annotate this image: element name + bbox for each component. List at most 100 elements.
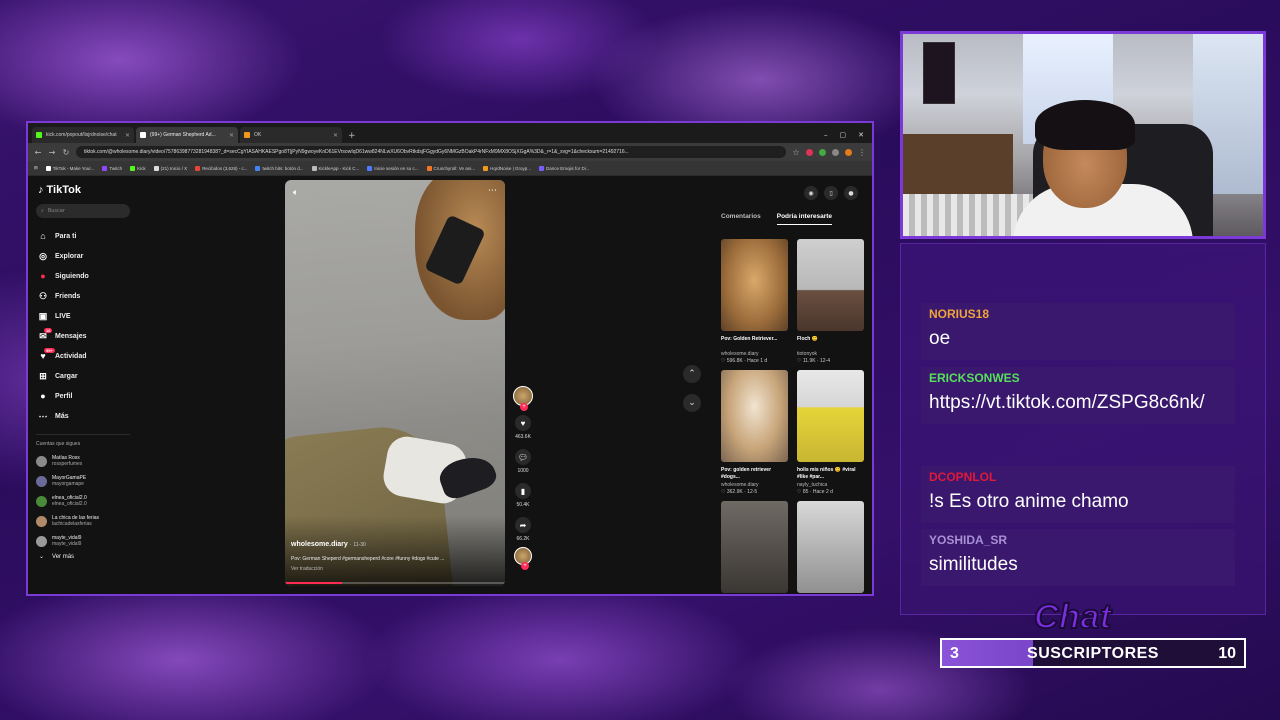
comment-count: 1000 xyxy=(517,468,529,474)
nav-item-siguiendo[interactable]: ● Siguiendo xyxy=(36,266,130,286)
bookmarks-bar: ⊞ TikTok - Make Your... Twitch Kick (21) Ini… xyxy=(28,161,872,176)
close-window-button[interactable]: ✕ xyxy=(858,131,864,139)
back-icon[interactable]: ← xyxy=(34,148,42,157)
extension-icon[interactable] xyxy=(832,148,839,156)
browser-tab[interactable]: (99+) German Shepherd Ad... ✕ xyxy=(136,127,238,143)
video-progress-bar[interactable] xyxy=(285,582,505,584)
video-thumbnail[interactable] xyxy=(797,501,864,593)
bookmark-item[interactable]: Twitch xyxy=(102,165,122,171)
menu-icon[interactable]: ⋮ xyxy=(858,148,866,157)
browser-tab[interactable]: OK ✕ xyxy=(240,127,342,143)
browser-tab[interactable]: kick.com/popout/lisjrdnoise/chat ✕ xyxy=(32,127,134,143)
recommended-video-card[interactable] xyxy=(797,501,864,593)
comment-icon[interactable]: 💬︎ xyxy=(515,449,531,465)
bookmark-item[interactable]: (21) Inicio / X xyxy=(153,165,187,171)
following-account[interactable]: mayte_vidal9 mayte_vidal9 xyxy=(36,531,130,551)
nav-item-actividad[interactable]: ♥ Actividad 99+ xyxy=(36,346,130,366)
maximize-button[interactable]: ▢ xyxy=(840,131,847,139)
share-icon[interactable]: ➦ xyxy=(515,517,531,533)
chat-username[interactable]: YOSHIDA_SR xyxy=(929,533,1227,547)
profile-avatar[interactable]: ● xyxy=(844,186,858,200)
chat-username[interactable]: DCOPNLOL xyxy=(929,470,1227,484)
tab-you-may-like[interactable]: Podría interesarte xyxy=(776,213,833,225)
nav-item-explorar[interactable]: ◎ Explorar xyxy=(36,246,130,266)
video-description: Pov: German Sheperd #germansheperd #core… xyxy=(291,556,445,562)
new-tab-button[interactable]: + xyxy=(344,131,360,143)
bookmark-item[interactable]: twitch bits: botón d... xyxy=(255,165,304,171)
reload-icon[interactable]: ↻ xyxy=(62,148,70,157)
tab-close-icon[interactable]: ✕ xyxy=(333,132,338,139)
recommended-video-card[interactable]: Floch 😊 tiotonyok ♡ 11.9K · 12-4 xyxy=(797,239,864,364)
tab-close-icon[interactable]: ✕ xyxy=(229,132,234,139)
nav-item-live[interactable]: ▣ LIVE xyxy=(36,306,130,326)
recommended-video-card[interactable]: Pov: golden retriever #dogs... wholesome.… xyxy=(721,370,788,495)
bookmark-item[interactable]: HqrdNoise | Groyp... xyxy=(483,165,531,171)
forward-icon[interactable]: → xyxy=(48,148,56,157)
star-icon[interactable]: ☆ xyxy=(792,148,800,157)
following-account[interactable]: La chica de las ferias lachicadelasferias xyxy=(36,511,130,531)
nav-item-perfil[interactable]: ● Perfil xyxy=(36,386,130,406)
video-thumbnail[interactable] xyxy=(721,501,788,593)
nav-item-mensajes[interactable]: ✉ Mensajes 16 xyxy=(36,326,130,346)
tab-close-icon[interactable]: ✕ xyxy=(125,132,130,139)
extension-icon[interactable] xyxy=(806,148,813,156)
account-handle: rossperfumes xyxy=(52,461,83,467)
bookmark-item[interactable]: Crunchyroll: Ve ani... xyxy=(426,165,475,171)
like-icon[interactable]: ♥ xyxy=(515,415,531,431)
minimize-button[interactable]: – xyxy=(824,131,828,139)
next-video-button[interactable]: ⌄ xyxy=(683,394,701,412)
profile-avatar-icon[interactable] xyxy=(845,148,852,156)
more-options-icon[interactable]: ⋯ xyxy=(488,186,497,196)
recommended-video-card[interactable]: holis mis niños 😊 #viral #like #par... na… xyxy=(797,370,864,495)
video-author-name[interactable]: wholesome.diary xyxy=(291,541,348,548)
chat-message-text: !s Es otro anime chamo xyxy=(929,491,1129,512)
recommended-video-card[interactable] xyxy=(721,501,788,593)
chat-message-text[interactable]: https://vt.tiktok.com/ZSPG8c6nk/ xyxy=(929,388,1227,418)
tab-comments[interactable]: Comentarios xyxy=(721,213,761,225)
see-translation-link[interactable]: Ver traducción xyxy=(291,566,499,572)
nav-item-cargar[interactable]: ⊞ Cargar xyxy=(36,366,130,386)
following-account[interactable]: Matías Ross rossperfumes xyxy=(36,451,130,471)
music-disc-icon[interactable] xyxy=(514,547,532,570)
video-author[interactable]: wholesome.diary · 11-30 xyxy=(291,541,499,548)
tab-label: (99+) German Shepherd Ad... xyxy=(150,132,216,138)
video-thumbnail[interactable] xyxy=(797,239,864,331)
video-thumbnail[interactable] xyxy=(721,370,788,462)
video-player[interactable]: 🔈︎ ⋯ wholesome.diary · 11-30 Pov: German… xyxy=(285,180,505,586)
following-account[interactable]: elnea_oficial2.0 elnea_oficial2.0 xyxy=(36,491,130,511)
home-icon: ⌂ xyxy=(40,231,46,241)
chat-username[interactable]: ERICKSONWES xyxy=(929,371,1227,385)
tab-bar: kick.com/popout/lisjrdnoise/chat ✕ (99+) G… xyxy=(28,123,872,143)
extension-icon[interactable] xyxy=(819,148,826,156)
nav-item-para-ti[interactable]: ⌂ Para ti xyxy=(36,226,130,246)
device-icon[interactable]: ▯ xyxy=(824,186,838,200)
bookmark-icon[interactable]: ▮ xyxy=(515,483,531,499)
compass-icon: ◎ xyxy=(39,250,47,261)
bookmark-item[interactable]: Dance Emojis for Di... xyxy=(539,165,590,171)
nav-item-m-s[interactable]: ⋯ Más xyxy=(36,406,130,426)
creator-avatar[interactable] xyxy=(513,386,533,411)
search-input[interactable]: ⌕ Buscar xyxy=(36,204,130,218)
bookmark-item[interactable]: KickleApp - Kick C... xyxy=(311,165,359,171)
volume-icon[interactable]: 🔈︎ xyxy=(293,188,298,198)
video-thumbnail[interactable] xyxy=(797,370,864,462)
following-list: Matías Ross rossperfumes MayorGamaPE mayorg… xyxy=(36,451,130,551)
tiktok-logo[interactable]: ♪ TikTok xyxy=(38,184,130,196)
bookmark-item[interactable]: Recibidos (3,628) - c... xyxy=(195,165,247,171)
url-field[interactable]: tiktok.com/@wholesome.diary/video/757863… xyxy=(76,146,786,158)
following-account[interactable]: MayorGamaPE mayorgamape xyxy=(36,471,130,491)
recommended-video-card[interactable]: Pov: Golden Retriever... wholesome.diary ♡… xyxy=(721,239,788,364)
bookmark-item[interactable]: Inicie sesión en su c... xyxy=(367,165,419,171)
chat-username[interactable]: NORIUS18 xyxy=(929,307,1227,321)
bookmark-item[interactable]: Kick xyxy=(130,165,146,171)
nav-item-friends[interactable]: ⚇ Friends xyxy=(36,286,130,306)
see-more-button[interactable]: ⌄ Ver más xyxy=(36,553,130,561)
bookmark-item[interactable]: TikTok - Make Your... xyxy=(45,165,95,171)
apps-grid-icon[interactable]: ⊞ xyxy=(34,165,38,171)
video-info: wholesome.diary · 11-30 Pov: German Shep… xyxy=(291,541,499,572)
avatar xyxy=(36,535,47,547)
video-thumbnail[interactable] xyxy=(721,239,788,331)
bookmark-label: TikTok - Make Your... xyxy=(52,165,95,171)
previous-video-button[interactable]: ⌃ xyxy=(683,365,701,383)
coins-icon[interactable]: ◉ xyxy=(804,186,818,200)
